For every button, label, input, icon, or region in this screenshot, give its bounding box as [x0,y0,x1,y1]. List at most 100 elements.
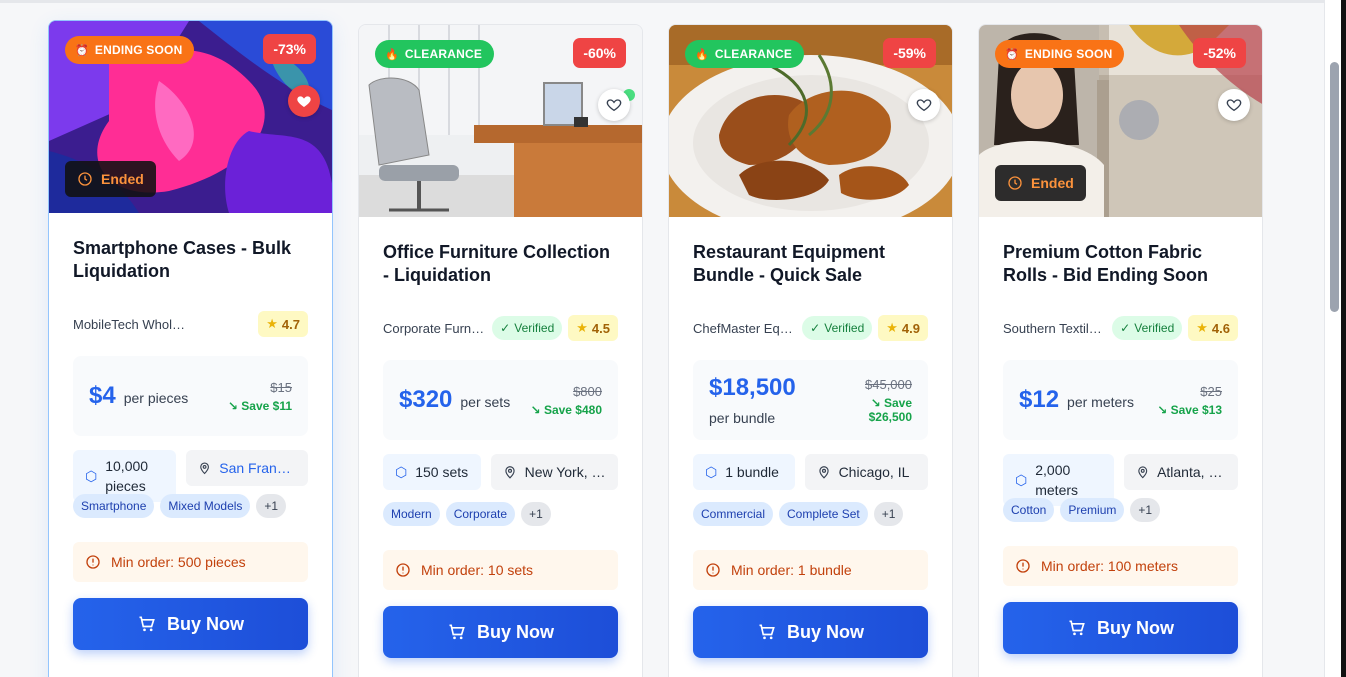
buy-now-button[interactable]: Buy Now [1003,602,1238,654]
min-order-notice: Min order: 100 meters [1003,546,1238,586]
buy-now-label: Buy Now [166,613,244,634]
status-badge-label: CLEARANCE [714,47,793,61]
trend-down-icon: ↘ [1157,402,1171,417]
discount-badge: -73% [263,34,316,64]
more-tags-badge[interactable]: +1 [1130,498,1161,522]
rating-value: 4.9 [901,320,920,336]
category-tag[interactable]: Complete Set [779,502,868,526]
rating-badge: ★ 4.9 [878,315,928,341]
product-image[interactable]: ⏰ ENDING SOON -73% Ended [49,21,332,213]
location-chip[interactable]: Chicago, IL [804,454,928,490]
map-pin-icon [504,466,515,479]
buy-now-button[interactable]: Buy Now [73,598,308,650]
product-title[interactable]: Premium Cotton Fabric Rolls - Bid Ending… [1003,241,1238,287]
more-tags-badge[interactable]: +1 [873,502,904,526]
min-order-label: Min order: 100 meters [1041,558,1178,574]
scrollbar-thumb[interactable] [1330,62,1339,312]
window-edge [1341,0,1346,677]
category-tag[interactable]: Smartphone [73,494,155,518]
product-title[interactable]: Restaurant Equipment Bundle - Quick Sale [693,241,928,287]
price-box: $4 per pieces $15 ↘ Save $11 [73,356,308,436]
original-price: $45,000 [865,376,912,392]
favorite-button[interactable] [908,89,940,121]
location-chip[interactable]: San Franci… [186,450,308,486]
seller-name[interactable]: MobileTech Whol… [73,317,252,332]
favorite-button[interactable] [598,89,630,121]
location-chip[interactable]: Atlanta, GA [1123,454,1238,490]
product-title[interactable]: Office Furniture Collection - Liquidatio… [383,241,618,287]
category-tag[interactable]: Premium [1060,498,1125,522]
price-unit: per bundle [709,410,776,426]
discount-badge: -52% [1193,38,1246,68]
trend-down-icon: ↘ [227,398,242,413]
alert-circle-icon [1016,559,1030,573]
quantity-label: 10,000 pieces [105,458,149,494]
more-tags-badge[interactable]: +1 [521,502,551,526]
status-badge: 🔥 CLEARANCE [685,40,805,68]
category-tag[interactable]: Modern [383,502,440,526]
product-card[interactable]: ⏰ ENDING SOON -73% Ended Smartphone Case… [48,20,333,677]
min-order-notice: Min order: 500 pieces [73,542,308,582]
favorite-button[interactable] [288,85,320,117]
seller-name[interactable]: Corporate Furnitu… [383,321,486,336]
cart-icon [759,624,775,640]
current-price: $12 [1019,386,1060,413]
location-label: New York, … [524,464,606,480]
header-divider [0,0,1324,3]
min-order-label: Min order: 10 sets [421,562,534,578]
location-label: Atlanta, GA [1157,464,1226,480]
star-icon: ★ [886,320,898,335]
map-pin-icon [200,462,210,475]
quantity-label: 150 sets [415,464,469,480]
category-tag[interactable]: Corporate [445,502,516,526]
alert-circle-icon [396,563,410,577]
location-chip[interactable]: New York, … [490,454,618,490]
seller-name[interactable]: ChefMaster Equip… [693,321,796,336]
buy-now-label: Buy Now [476,621,554,642]
more-tags-badge[interactable]: +1 [256,494,287,518]
product-card[interactable]: 🔥 CLEARANCE -59% Restaurant Equipment Bu… [668,24,953,677]
current-price: $320 [399,386,453,413]
seller-name[interactable]: Southern Textiles I… [1003,321,1106,336]
product-card[interactable]: 🔥 CLEARANCE -60% Office Furniture Collec… [358,24,643,677]
price-unit: per sets [460,394,511,410]
original-price: $15 [270,379,292,395]
category-tag[interactable]: Mixed Models [160,494,251,518]
alarm-icon: ⏰ [75,44,89,57]
quantity-label: 2,000 meters [1035,462,1079,498]
category-tag[interactable]: Cotton [1003,498,1055,522]
discount-badge: -60% [573,38,626,68]
rating-value: 4.5 [591,320,610,336]
check-circle-icon: ✓ [810,321,821,335]
rating-value: 4.7 [281,316,300,332]
cart-icon [449,624,465,640]
rating-value: 4.6 [1211,320,1230,336]
heart-icon [1226,99,1242,112]
flame-icon: 🔥 [695,48,709,61]
product-image[interactable]: ⏰ ENDING SOON -52% Ended [979,25,1262,217]
product-image[interactable]: 🔥 CLEARANCE -59% [669,25,952,217]
category-tag[interactable]: Commercial [693,502,774,526]
box-icon: ⬡ [705,463,718,480]
star-icon: ★ [576,320,588,335]
quantity-chip: ⬡ 150 sets [383,454,481,490]
price-box: $18,500 per bundle $45,000 ↘ Save $26,50… [693,360,928,440]
original-price: $25 [1200,383,1222,399]
alert-circle-icon [706,563,720,577]
buy-now-button[interactable]: Buy Now [693,606,928,658]
current-price: $18,500 [709,374,796,401]
rating-badge: ★ 4.6 [1188,315,1238,341]
price-unit: per pieces [123,390,189,406]
product-title[interactable]: Smartphone Cases - Bulk Liquidation [73,237,308,283]
buy-now-button[interactable]: Buy Now [383,606,618,658]
product-image[interactable]: 🔥 CLEARANCE -60% [359,25,642,217]
savings: ↘ Save $480 [531,403,602,417]
trend-down-icon: ↘ [530,402,544,417]
buy-now-label: Buy Now [1096,617,1174,638]
product-card[interactable]: ⏰ ENDING SOON -52% Ended Premium Cotton … [978,24,1263,677]
ended-timer: Ended [65,161,156,197]
savings-label: Save $11 [241,398,292,413]
favorite-button[interactable] [1218,89,1250,121]
price-unit: per meters [1067,394,1134,410]
price-box: $12 per meters $25 ↘ Save $13 [1003,360,1238,440]
